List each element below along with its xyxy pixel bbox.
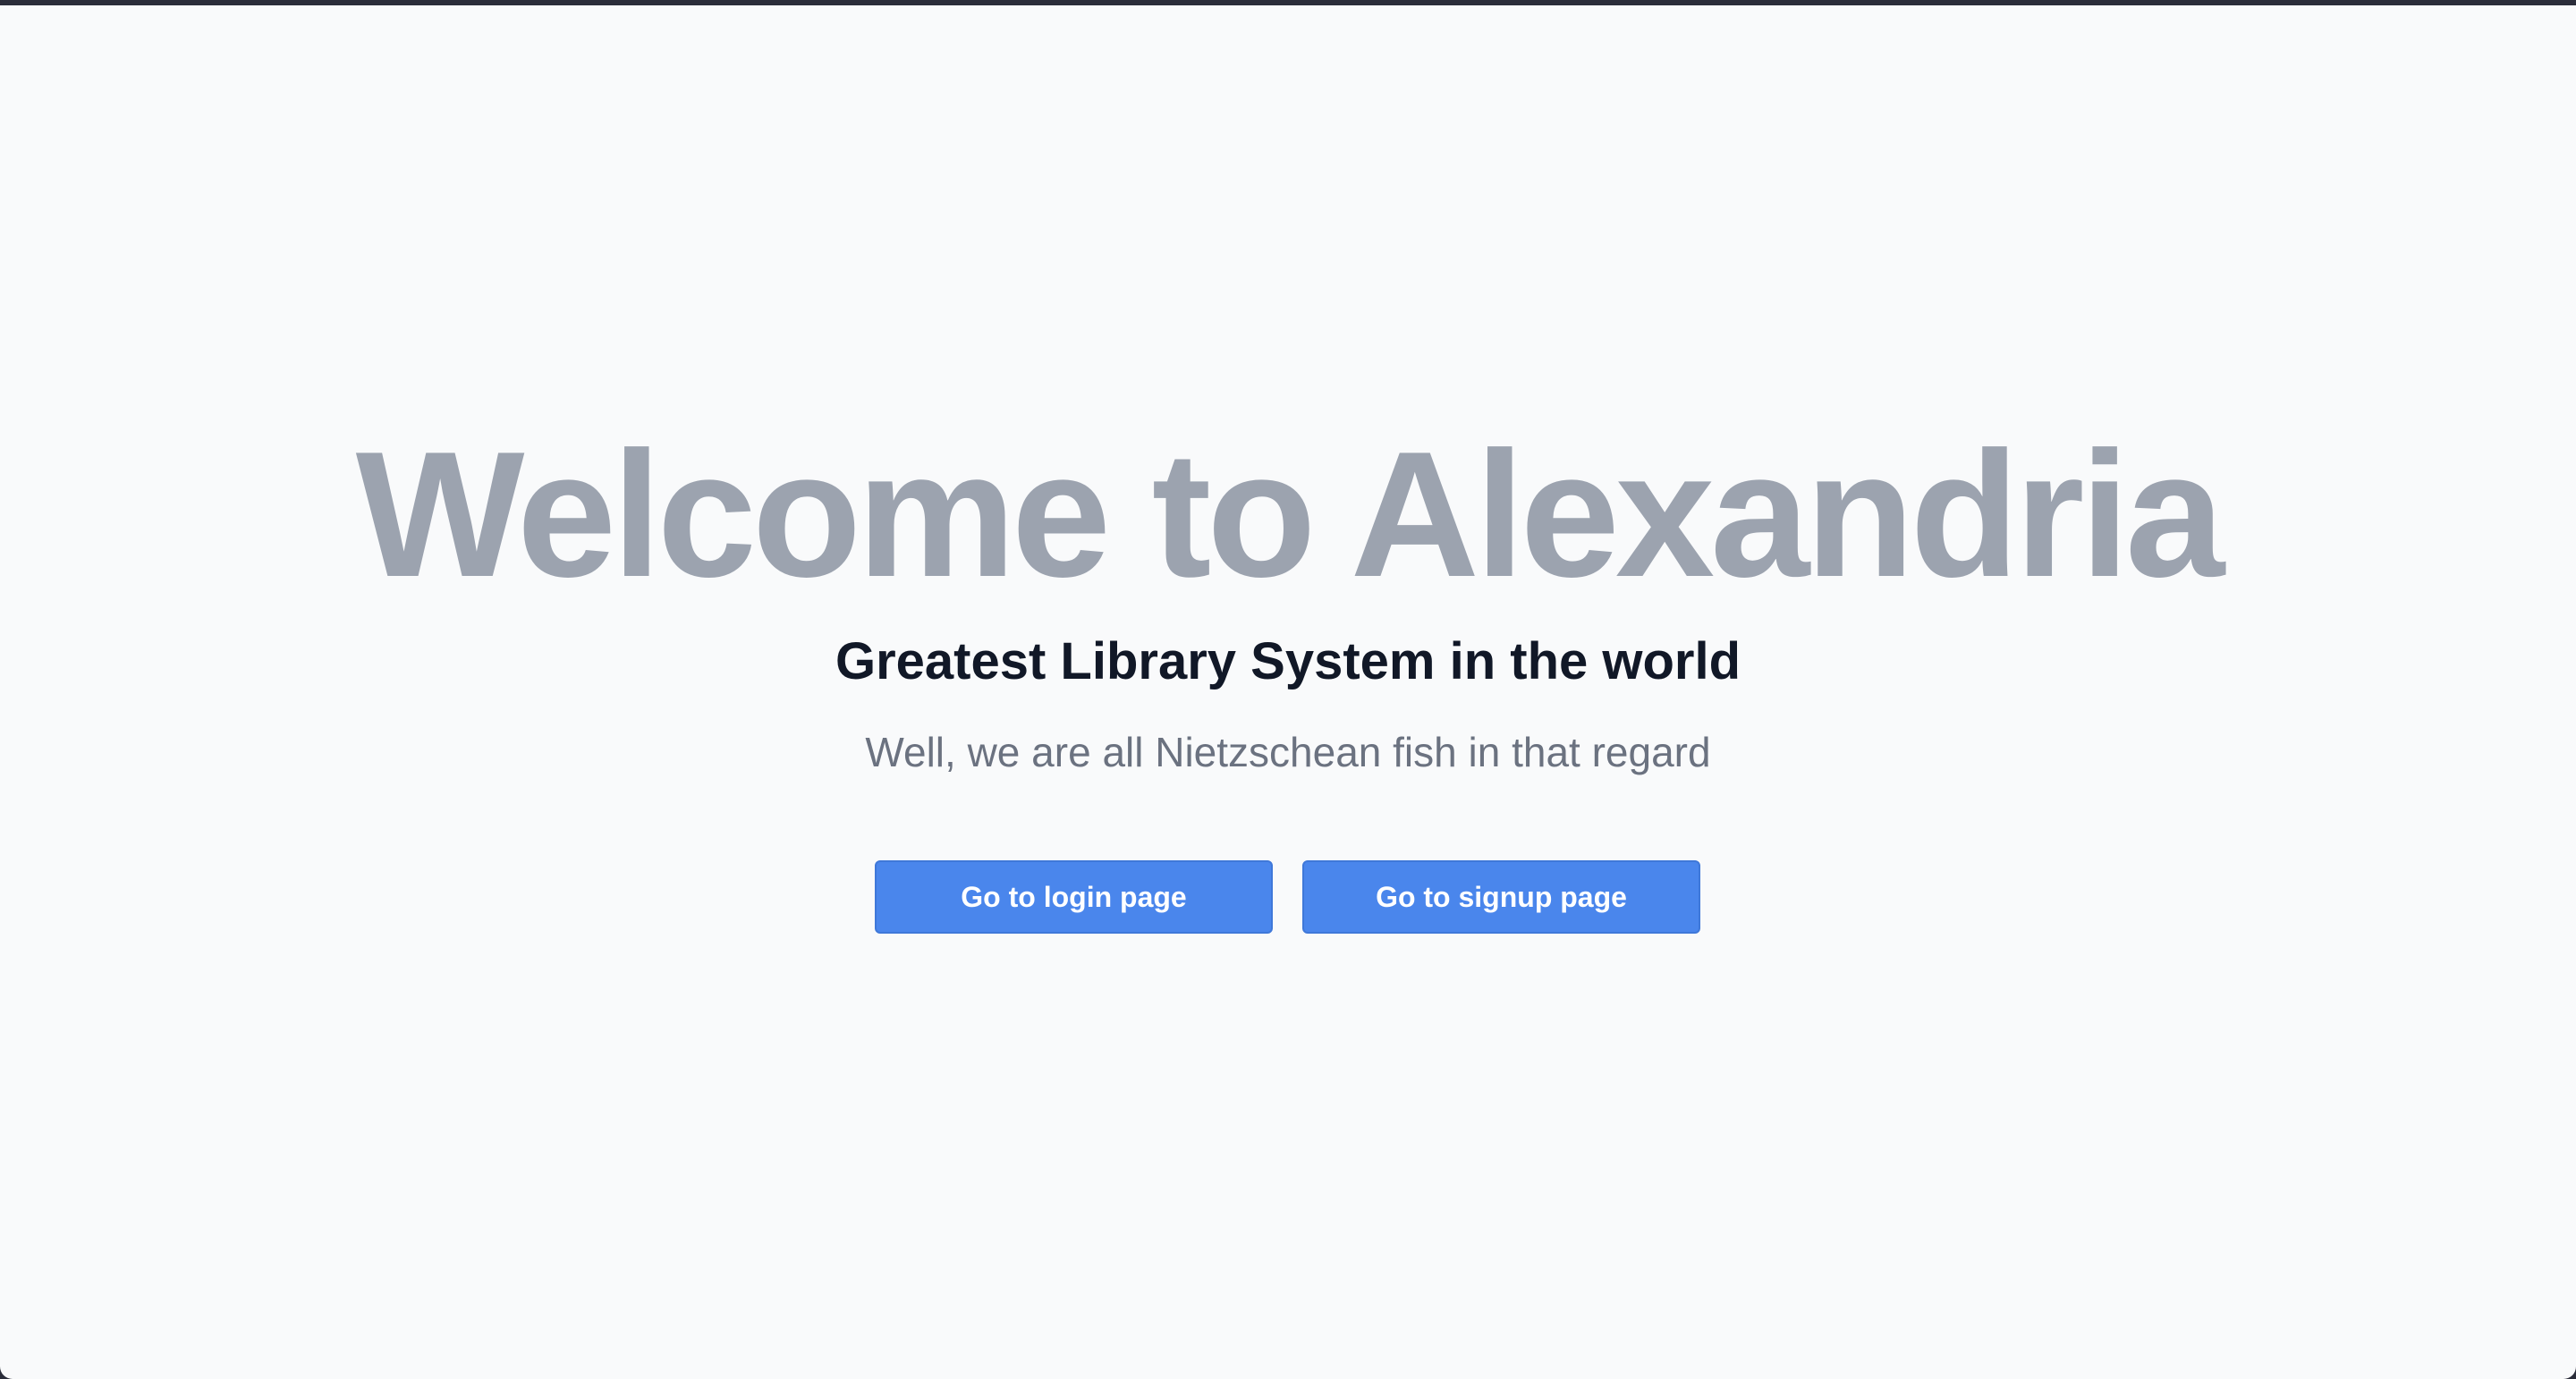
page-tagline: Well, we are all Nietzschean fish in tha… [865, 729, 1711, 775]
page-title: Welcome to Alexandria [355, 415, 2225, 614]
signup-button[interactable]: Go to signup page [1302, 860, 1700, 934]
landing-page: Welcome to Alexandria Greatest Library S… [0, 5, 2576, 1379]
login-button[interactable]: Go to login page [875, 860, 1273, 934]
page-subtitle: Greatest Library System in the world [835, 632, 1741, 690]
